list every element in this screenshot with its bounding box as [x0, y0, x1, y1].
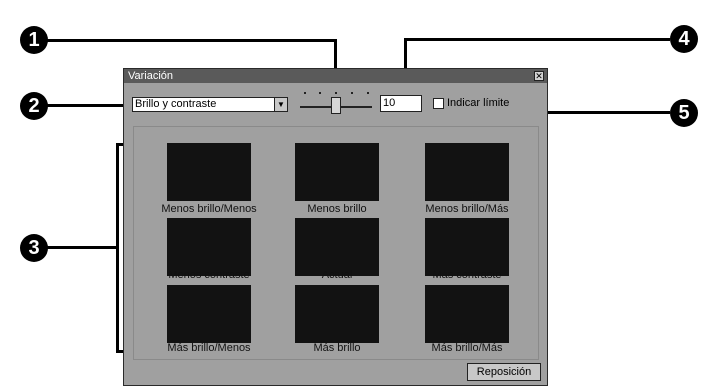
- variation-label: Menos brillo: [307, 203, 367, 215]
- chevron-down-icon[interactable]: ▼: [274, 98, 287, 111]
- callout-5-badge: 5: [670, 99, 698, 127]
- variation-label: Más contraste: [432, 269, 502, 281]
- variation-label: Actual: [321, 269, 353, 281]
- slider-tick: [319, 92, 321, 94]
- variation-thumbnail[interactable]: [425, 218, 509, 276]
- variation-thumbnail[interactable]: [295, 218, 379, 276]
- limit-checkbox[interactable]: [433, 98, 444, 109]
- variations-panel: Menos brillo/Menos Menos brillo Menos br…: [133, 126, 539, 360]
- mode-select-value: Brillo y contraste: [135, 98, 217, 110]
- variation-thumbnail[interactable]: [167, 285, 251, 343]
- callout-2-line: [46, 104, 134, 107]
- callout-3-bracket-h: [46, 246, 118, 249]
- variation-label: Menos brillo/Menos: [161, 203, 257, 215]
- mode-select[interactable]: Brillo y contraste ▼: [132, 97, 288, 112]
- reset-button[interactable]: Reposición: [467, 363, 541, 381]
- variation-label: Más brillo/Menos: [167, 342, 251, 354]
- close-icon[interactable]: ✕: [534, 71, 544, 81]
- variation-label: Menos brillo/Más: [425, 203, 509, 215]
- slider-thumb[interactable]: [331, 97, 341, 114]
- variation-thumbnail[interactable]: [295, 143, 379, 201]
- variation-label: Más brillo/Más: [431, 342, 503, 354]
- step-value-field[interactable]: 10: [380, 95, 422, 112]
- callout-4-line-h: [404, 38, 670, 41]
- callout-3-bracket-v: [116, 143, 119, 353]
- variation-dialog: Variación ✕ Brillo y contraste ▼ 10 Indi…: [123, 68, 548, 386]
- variation-thumbnail[interactable]: [425, 143, 509, 201]
- callout-3-badge: 3: [20, 234, 48, 262]
- variation-label: Menos contraste: [168, 269, 250, 281]
- variation-thumbnail[interactable]: [425, 285, 509, 343]
- limit-checkbox-label[interactable]: Indicar límite: [447, 97, 509, 109]
- variation-label: Más brillo: [313, 342, 361, 354]
- slider-tick: [367, 92, 369, 94]
- callout-4-badge: 4: [670, 25, 698, 53]
- callout-2-badge: 2: [20, 92, 48, 120]
- variation-thumbnail[interactable]: [167, 218, 251, 276]
- slider-tick: [335, 92, 337, 94]
- title-bar: Variación ✕: [124, 69, 547, 83]
- window-title: Variación: [128, 70, 174, 82]
- variation-thumbnail[interactable]: [295, 285, 379, 343]
- callout-1-badge: 1: [20, 26, 48, 54]
- callout-1-line-h: [46, 39, 336, 42]
- slider-tick: [304, 92, 306, 94]
- variation-thumbnail[interactable]: [167, 143, 251, 201]
- slider-tick: [351, 92, 353, 94]
